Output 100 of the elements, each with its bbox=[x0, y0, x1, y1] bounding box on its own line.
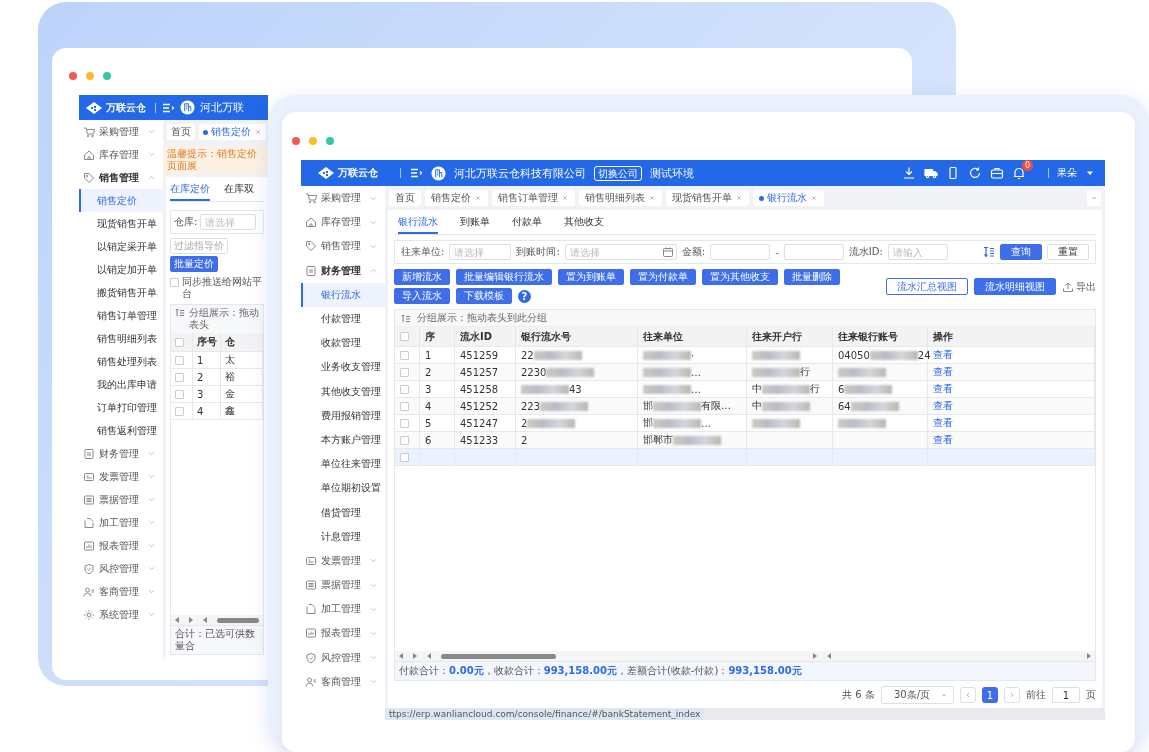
amount-field[interactable] bbox=[710, 244, 771, 260]
checkbox[interactable] bbox=[400, 384, 409, 394]
user-name[interactable]: 果朵 bbox=[1057, 166, 1077, 180]
sidebar-subitem[interactable]: 银行流水 bbox=[301, 282, 385, 307]
sidebar-item[interactable]: 销售管理 bbox=[301, 234, 385, 259]
truck-icon[interactable] bbox=[924, 166, 938, 180]
action-button[interactable]: 导入流水 bbox=[394, 288, 450, 304]
checkbox[interactable] bbox=[175, 406, 184, 416]
checkbox[interactable] bbox=[400, 418, 409, 428]
sub-tab[interactable]: 在库定价 bbox=[170, 179, 210, 201]
help-button[interactable]: ? bbox=[518, 289, 531, 303]
table-row[interactable] bbox=[395, 449, 1095, 466]
table-row[interactable]: 4 451252 223 邯 有限… 中 64 查看 bbox=[395, 398, 1095, 415]
view-link[interactable]: 查看 bbox=[933, 348, 953, 362]
sidebar-subitem[interactable]: 本方账户管理 bbox=[301, 427, 385, 453]
page-number-field[interactable]: 1 bbox=[1052, 687, 1080, 703]
sidebar-subitem[interactable]: 以销定采开单 bbox=[79, 235, 163, 258]
close-icon[interactable] bbox=[561, 194, 569, 202]
checkbox[interactable] bbox=[400, 452, 409, 462]
text-field[interactable]: 请输入 bbox=[887, 244, 948, 260]
window-minimize-button[interactable] bbox=[86, 72, 94, 80]
close-icon[interactable] bbox=[810, 194, 818, 202]
sidebar-subitem[interactable]: 费用报销管理 bbox=[301, 403, 385, 428]
sub-tab[interactable]: 在库双 bbox=[224, 179, 254, 201]
table-row[interactable]: 6 451233 2 邯郸市 查看 bbox=[395, 432, 1095, 449]
sidebar-item[interactable]: 采购管理 bbox=[79, 120, 163, 143]
phone-icon[interactable] bbox=[946, 166, 960, 180]
action-button[interactable]: 下载模板 bbox=[456, 288, 512, 304]
page-tab[interactable]: 银行流水 bbox=[753, 190, 824, 206]
view-link[interactable]: 查看 bbox=[933, 365, 953, 379]
action-button[interactable]: 批量删除 bbox=[784, 269, 840, 285]
reset-button[interactable]: 重置 bbox=[1047, 244, 1089, 260]
close-icon[interactable] bbox=[648, 194, 656, 202]
switch-company-button[interactable]: 切换公司 bbox=[594, 165, 642, 181]
sidebar-item[interactable]: 库存管理 bbox=[301, 210, 385, 235]
select-all-checkbox[interactable] bbox=[400, 332, 409, 341]
sidebar-subitem[interactable]: 订单打印管理 bbox=[79, 396, 163, 419]
page-tab[interactable]: 销售定价 bbox=[199, 124, 266, 140]
sidebar-item[interactable]: 发票管理 bbox=[79, 465, 163, 488]
sidebar-item[interactable]: 风控管理 bbox=[79, 557, 163, 580]
sidebar-item[interactable]: 销售管理 bbox=[79, 166, 163, 189]
checkbox[interactable] bbox=[400, 367, 409, 377]
view-link[interactable]: 查看 bbox=[933, 382, 953, 396]
sidebar-subitem[interactable]: 销售处理列表 bbox=[79, 350, 163, 373]
search-button[interactable]: 查询 bbox=[1000, 244, 1042, 260]
page-tab[interactable]: 首页 bbox=[167, 124, 195, 140]
sidebar-item[interactable]: 系统管理 bbox=[79, 603, 163, 626]
sidebar-item[interactable]: 采购管理 bbox=[301, 186, 385, 211]
sub-tab[interactable]: 银行流水 bbox=[398, 212, 438, 234]
sidebar-subitem[interactable]: 搬货销售开单 bbox=[79, 281, 163, 304]
action-button[interactable]: 置为到账单 bbox=[558, 269, 624, 285]
date-field[interactable]: 请选择 bbox=[564, 244, 677, 260]
sidebar-subitem[interactable]: 其他收支管理 bbox=[301, 379, 385, 404]
view-link[interactable]: 查看 bbox=[933, 433, 953, 447]
bell-icon[interactable] bbox=[1012, 166, 1026, 180]
page-tab[interactable]: 首页 bbox=[389, 190, 421, 206]
select-all-checkbox[interactable] bbox=[175, 337, 184, 347]
tabs-dropdown-button[interactable] bbox=[1087, 190, 1101, 206]
sidebar-subitem[interactable]: 我的出库申请 bbox=[79, 373, 163, 396]
sidebar-item[interactable]: 客商管理 bbox=[79, 580, 163, 603]
previous-page-button[interactable] bbox=[960, 687, 976, 703]
checkbox[interactable] bbox=[175, 355, 184, 365]
sidebar-subitem[interactable]: 借贷管理 bbox=[301, 500, 385, 525]
page-tab[interactable]: 销售定价 bbox=[425, 190, 488, 206]
close-icon[interactable] bbox=[474, 194, 482, 202]
briefcase-icon[interactable] bbox=[990, 166, 1004, 180]
select-field[interactable]: 请选择 bbox=[449, 244, 512, 260]
sidebar-item[interactable]: 票据管理 bbox=[301, 573, 385, 598]
menu-icon[interactable] bbox=[409, 166, 423, 180]
sidebar-subitem[interactable]: 销售明细列表 bbox=[79, 327, 163, 350]
table-row[interactable]: 1 451259 22 · 04050 24 查看 bbox=[395, 347, 1095, 364]
sidebar-item[interactable]: 加工管理 bbox=[79, 511, 163, 534]
checkbox[interactable] bbox=[400, 401, 409, 411]
close-icon[interactable] bbox=[254, 128, 262, 136]
checkbox[interactable] bbox=[175, 389, 184, 399]
sidebar-subitem[interactable]: 收款管理 bbox=[301, 331, 385, 356]
sidebar-item[interactable]: 财务管理 bbox=[301, 258, 385, 283]
checkbox[interactable] bbox=[400, 350, 409, 360]
sidebar-item[interactable]: 报表管理 bbox=[79, 534, 163, 557]
refresh-icon[interactable] bbox=[968, 166, 982, 180]
page-size-select[interactable]: 30条/页 bbox=[880, 686, 954, 704]
table-row[interactable]: 2 451257 2230 … 行 查看 bbox=[395, 364, 1095, 381]
window-close-button[interactable] bbox=[292, 137, 300, 145]
action-button[interactable]: 批量定价 bbox=[170, 256, 218, 272]
table-row[interactable]: 5 451247 2 邯 … 查看 bbox=[395, 415, 1095, 432]
view-toggle-button[interactable]: 流水汇总视图 bbox=[886, 278, 968, 295]
view-link[interactable]: 查看 bbox=[933, 399, 953, 413]
sub-tab[interactable]: 其他收支 bbox=[564, 212, 604, 234]
sidebar-item[interactable]: 风控管理 bbox=[301, 645, 385, 670]
sub-tab[interactable]: 付款单 bbox=[512, 212, 542, 234]
sidebar-item[interactable]: 财务管理 bbox=[79, 442, 163, 465]
sidebar-item[interactable]: 票据管理 bbox=[79, 488, 163, 511]
table-row[interactable]: 3 451258 43 … 中 行 6 查看 bbox=[395, 381, 1095, 398]
sort-icon[interactable] bbox=[983, 246, 995, 258]
sidebar-subitem[interactable]: 销售返利管理 bbox=[79, 419, 163, 442]
close-icon[interactable] bbox=[735, 194, 743, 202]
window-close-button[interactable] bbox=[69, 72, 77, 80]
page-tab[interactable]: 销售明细列表 bbox=[579, 190, 662, 206]
sidebar-subitem[interactable]: 销售订单管理 bbox=[79, 304, 163, 327]
action-button[interactable]: 置为其他收支 bbox=[702, 269, 778, 285]
